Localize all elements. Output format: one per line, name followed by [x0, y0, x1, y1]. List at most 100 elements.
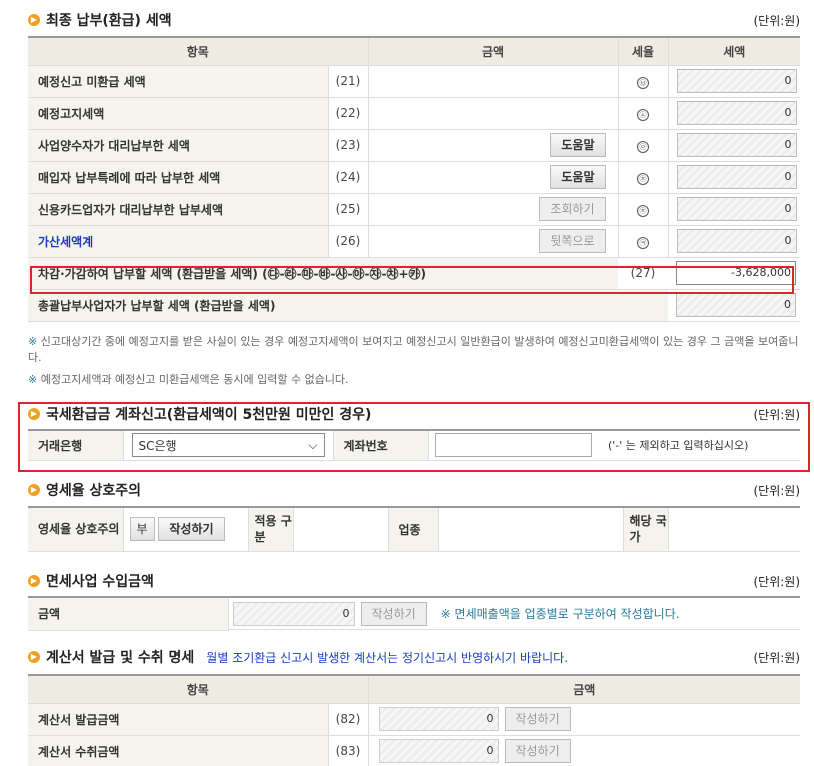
header-item: 항목 — [28, 36, 369, 66]
header-amount: 금액 — [368, 36, 619, 66]
bullet-icon: ▶ — [28, 651, 40, 663]
invoice-amount-input[interactable]: 0 — [378, 739, 499, 763]
table-row: 매입자 납부특례에 따라 납부한 세액 (24) 도움말 ㉨ 0 — [28, 161, 800, 194]
header-amount: 금액 — [368, 674, 800, 704]
help-button[interactable]: 도움말 — [550, 133, 606, 157]
row-label: 사업양수자가 대리납부한 세액 — [28, 129, 329, 162]
apply-type-value — [293, 507, 389, 552]
section-title: 계산서 발급 및 수취 명세 — [46, 650, 195, 666]
table-row: 계산서 수취금액 (83) 0 작성하기 — [28, 735, 800, 766]
unit-label: (단위:원) — [753, 484, 800, 498]
bullet-icon: ▶ — [28, 484, 40, 496]
tax-input[interactable]: 0 — [676, 133, 797, 157]
bank-label: 거래은행 — [28, 430, 124, 461]
highlight-box — [30, 266, 794, 294]
note-1: ※ 신고대상기간 중에 예정고지를 받은 사실이 있는 경우 예정고지세액이 보… — [28, 335, 799, 364]
back-button[interactable]: 뒷쪽으로 — [539, 229, 606, 253]
row-num: (26) — [328, 225, 369, 258]
account-number-input[interactable] — [434, 433, 592, 458]
bullet-icon: ▶ — [28, 575, 40, 587]
row-label: 예정고지세액 — [28, 97, 329, 130]
exempt-amount-label: 금액 — [28, 597, 229, 631]
table-row: 신용카드업자가 대리납부한 납부세액 (25) 조회하기 ㉩ 0 — [28, 193, 800, 226]
table-row: 계산서 발급금액 (82) 0 작성하기 — [28, 703, 800, 736]
row-num: (21) — [328, 65, 369, 98]
tax-input[interactable]: 0 — [676, 229, 797, 253]
table-row: 예정고지세액 (22) ㉦ 0 — [28, 97, 800, 130]
row-amount — [368, 97, 619, 130]
exempt-note: ※ 면세매출액을 업종별로 구분하여 작성합니다. — [440, 607, 680, 621]
row-num: (83) — [328, 735, 369, 766]
rate-mark: ㉦ — [637, 108, 649, 121]
invoice-amount-input[interactable]: 0 — [378, 707, 499, 731]
tax-input[interactable]: 0 — [676, 101, 797, 125]
table-row: 사업양수자가 대리납부한 세액 (23) 도움말 ㉧ 0 — [28, 129, 800, 162]
row-label: 계산서 발급금액 — [28, 703, 329, 736]
rate-mark: ㉥ — [637, 76, 649, 89]
write-button[interactable]: 작성하기 — [504, 707, 571, 731]
row-label: 신용카드업자가 대리납부한 납부세액 — [28, 193, 329, 226]
help-button[interactable]: 도움말 — [550, 165, 606, 189]
row-label: 예정신고 미환급 세액 — [28, 65, 329, 98]
section-title: 최종 납부(환급) 세액 — [46, 13, 172, 29]
write-button[interactable]: 작성하기 — [360, 601, 427, 626]
header-tax: 세액 — [668, 36, 800, 66]
row-num: (22) — [328, 97, 369, 130]
section-exempt-header: ▶ 면세사업 수입금액 — [28, 571, 154, 591]
zero-rate-table: 영세율 상호주의 부 작성하기 적용 구분 업종 해당 국가 — [28, 506, 800, 552]
apply-type-label: 적용 구분 — [248, 507, 294, 552]
bullet-icon: ▶ — [28, 14, 40, 26]
rate-mark: ㉩ — [637, 204, 649, 217]
header-item: 항목 — [28, 674, 369, 704]
unit-label: (단위:원) — [753, 575, 800, 589]
section-title: 영세율 상호주의 — [46, 483, 142, 499]
row-label: 매입자 납부특례에 따라 납부한 세액 — [28, 161, 329, 194]
tax-input[interactable]: 0 — [676, 197, 797, 221]
rate-mark: ㉧ — [637, 140, 649, 153]
bullet-icon: ▶ — [28, 408, 40, 420]
lookup-button[interactable]: 조회하기 — [539, 197, 606, 221]
section-zero-rate-header: ▶ 영세율 상호주의 — [28, 480, 141, 500]
section-title: 국세환급금 계좌신고(환급세액이 5천만원 미만인 경우) — [46, 407, 372, 423]
account-table: 거래은행 SC은행 ⌵ 계좌번호 ('-' 는 제외하고 입력하십시오) — [28, 429, 800, 461]
zero-rate-label: 영세율 상호주의 — [28, 507, 124, 552]
account-hint: ('-' 는 제외하고 입력하십시오) — [598, 430, 800, 461]
row-num: (82) — [328, 703, 369, 736]
country-label: 해당 국가 — [623, 507, 669, 552]
table-row: 예정신고 미환급 세액 (21) ㉥ 0 — [28, 65, 800, 98]
chevron-down-icon: ⌵ — [308, 437, 318, 452]
section-invoice-header: ▶ 계산서 발급 및 수취 명세 월별 조기환급 신고시 발생한 계산서는 정기… — [28, 647, 568, 667]
row-label: 계산서 수취금액 — [28, 735, 329, 766]
section-title: 면세사업 수입금액 — [46, 574, 154, 590]
unit-label: (단위:원) — [753, 651, 800, 665]
row-num: (24) — [328, 161, 369, 194]
invoice-note: 월별 조기환급 신고시 발생한 계산서는 정기신고시 반영하시기 바랍니다. — [206, 650, 569, 665]
table-row: 가산세액계 (26) 뒷쪽으로 ㉪ 0 — [28, 225, 800, 258]
country-value — [668, 507, 800, 552]
rate-mark: ㉨ — [637, 172, 649, 185]
invoice-table: 항목 금액 계산서 발급금액 (82) 0 작성하기 계산서 수취금액 (83)… — [28, 674, 800, 766]
tax-input[interactable]: 0 — [676, 69, 797, 93]
tax-input[interactable]: 0 — [676, 165, 797, 189]
exempt-table: 금액 0 작성하기 ※ 면세매출액을 업종별로 구분하여 작성합니다. — [28, 596, 800, 631]
row-label-link[interactable]: 가산세액계 — [28, 225, 329, 258]
section-final-tax-header: ▶ 최종 납부(환급) 세액 — [28, 10, 172, 30]
bank-select[interactable]: SC은행 ⌵ — [131, 433, 325, 458]
section-account-header: ▶ 국세환급금 계좌신고(환급세액이 5천만원 미만인 경우) — [28, 404, 371, 424]
row-amount — [368, 65, 619, 98]
tax-input[interactable]: 0 — [676, 293, 796, 317]
write-button[interactable]: 작성하기 — [504, 739, 571, 763]
note-2: ※ 예정고지세액과 예정신고 미환급세액은 동시에 입력할 수 없습니다. — [28, 373, 349, 386]
unit-label: (단위:원) — [753, 408, 800, 422]
write-button[interactable]: 작성하기 — [158, 517, 225, 542]
exempt-amount-input[interactable]: 0 — [232, 601, 355, 626]
industry-label: 업종 — [388, 507, 439, 552]
industry-value — [438, 507, 624, 552]
header-rate: 세율 — [618, 36, 669, 66]
unit-label: (단위:원) — [753, 14, 800, 28]
zero-rate-value: 부 — [129, 517, 155, 542]
rate-mark: ㉪ — [637, 236, 649, 249]
account-label: 계좌번호 — [333, 430, 429, 461]
row-num: (25) — [328, 193, 369, 226]
row-num: (23) — [328, 129, 369, 162]
